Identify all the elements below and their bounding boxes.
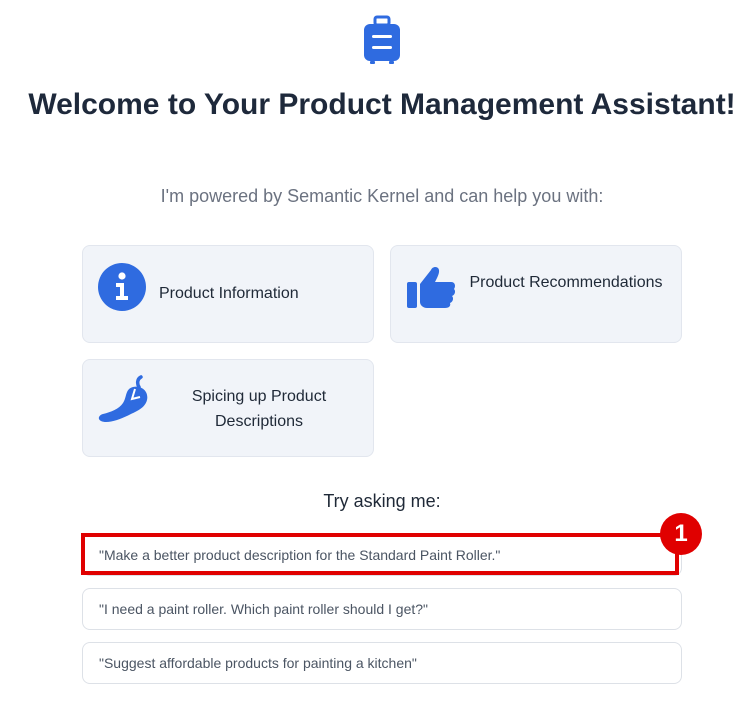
feature-card-label: Product Information — [159, 285, 299, 302]
feature-card-spicing-descriptions: Spicing up Product Descriptions — [82, 359, 374, 457]
info-circle-icon — [98, 263, 146, 311]
suggestions-heading: Try asking me: — [323, 491, 441, 511]
welcome-page: Welcome to Your Product Management Assis… — [0, 0, 750, 703]
feature-card-label: Product Recommendations — [469, 274, 663, 291]
pepper-icon — [98, 375, 148, 423]
page-subtitle: I'm powered by Semantic Kernel and can h… — [160, 186, 604, 206]
suitcase-icon — [364, 15, 400, 64]
thumbs-up-icon — [407, 266, 456, 308]
suggestion-button-description[interactable]: "Make a better product description for t… — [82, 534, 682, 576]
feature-card-product-information: Product Information — [82, 245, 374, 343]
feature-card-label: Spicing up Product Descriptions — [191, 388, 327, 430]
page-title: Welcome to Your Product Management Assis… — [28, 88, 736, 121]
suggestion-button-paint-roller[interactable]: "I need a paint roller. Which paint roll… — [82, 588, 682, 630]
suggestion-button-kitchen[interactable]: "Suggest affordable products for paintin… — [82, 642, 682, 684]
step-marker: 1 — [660, 513, 702, 555]
feature-card-product-recommendations: Product Recommendations — [390, 245, 682, 343]
